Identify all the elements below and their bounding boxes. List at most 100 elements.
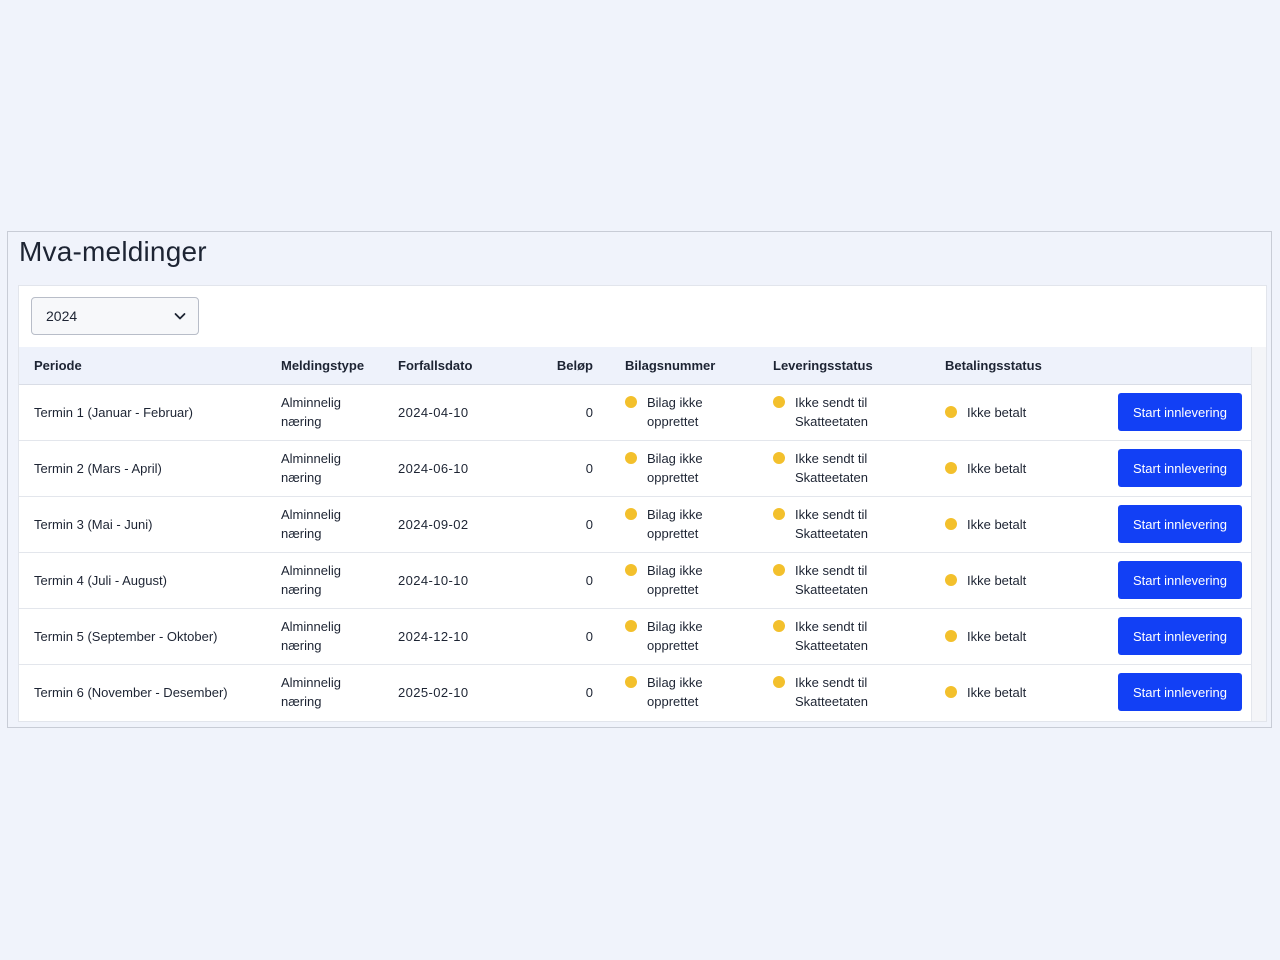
cell-forfallsdato: 2024-10-10 [383,552,510,608]
betaling-status: Ikke betalt [945,683,1090,702]
col-header-forfallsdato: Forfallsdato [383,347,510,385]
bilag-status-text: Bilag ikke opprettet [647,393,703,431]
belop-text: 0 [585,572,593,588]
start-innlevering-button[interactable]: Start innlevering [1118,393,1242,431]
cell-action: Start innlevering [1090,608,1254,664]
cell-periode: Termin 2 (Mars - April) [19,440,266,496]
levering-line1: Ikke sendt til [795,619,868,634]
meldingstype-line1: Alminnelig [281,451,341,466]
cell-betalingsstatus: Ikke betalt [930,608,1090,664]
cell-periode: Termin 5 (September - Oktober) [19,608,266,664]
status-dot-icon [773,396,785,408]
levering-line2: Skatteetaten [795,414,868,429]
cell-belop: 0 [510,384,610,440]
bilag-status: Bilag ikke opprettet [625,393,758,431]
chevron-down-icon [174,313,186,320]
cell-bilagsnummer: Bilag ikke opprettet [610,496,758,552]
year-select-value: 2024 [46,308,78,324]
cell-leveringsstatus: Ikke sendt til Skatteetaten [758,440,930,496]
table-scrollbar[interactable] [1251,347,1266,721]
cell-bilagsnummer: Bilag ikke opprettet [610,384,758,440]
status-dot-icon [773,564,785,576]
bilag-line1: Bilag ikke [647,507,703,522]
status-dot-icon [625,396,637,408]
mva-table-wrapper: Periode Meldingstype Forfallsdato Beløp … [19,347,1266,720]
bilag-line1: Bilag ikke [647,619,703,634]
levering-status-text: Ikke sendt til Skatteetaten [795,561,868,599]
col-header-betalingsstatus: Betalingsstatus [930,347,1090,385]
cell-belop: 0 [510,552,610,608]
cell-forfallsdato: 2024-04-10 [383,384,510,440]
cell-betalingsstatus: Ikke betalt [930,552,1090,608]
year-select[interactable]: 2024 [31,297,199,335]
cell-leveringsstatus: Ikke sendt til Skatteetaten [758,384,930,440]
levering-line1: Ikke sendt til [795,395,868,410]
status-dot-icon [773,508,785,520]
mva-table: Periode Meldingstype Forfallsdato Beløp … [19,347,1254,720]
bilag-line2: opprettet [647,470,699,485]
status-dot-icon [945,462,957,474]
start-innlevering-button[interactable]: Start innlevering [1118,561,1242,599]
meldingstype-line1: Alminnelig [281,563,341,578]
status-dot-icon [773,620,785,632]
belop-text: 0 [585,404,593,420]
forfallsdato-text: 2024-04-10 [398,404,469,420]
levering-status-text: Ikke sendt til Skatteetaten [795,617,868,655]
forfallsdato-text: 2024-06-10 [398,460,469,476]
cell-forfallsdato: 2024-09-02 [383,496,510,552]
cell-forfallsdato: 2024-12-10 [383,608,510,664]
levering-line2: Skatteetaten [795,470,868,485]
meldingstype-line1: Alminnelig [281,507,341,522]
start-innlevering-button[interactable]: Start innlevering [1118,617,1242,655]
table-row: Termin 4 (Juli - August) Alminnelig næri… [19,552,1254,608]
cell-periode: Termin 3 (Mai - Juni) [19,496,266,552]
status-dot-icon [625,676,637,689]
bilag-status: Bilag ikke opprettet [625,561,758,599]
table-row: Termin 2 (Mars - April) Alminnelig nærin… [19,440,1254,496]
bilag-status: Bilag ikke opprettet [625,617,758,655]
col-header-meldingstype: Meldingstype [266,347,383,385]
page-title: Mva-meldinger [19,236,207,267]
cell-betalingsstatus: Ikke betalt [930,384,1090,440]
betaling-status-text: Ikke betalt [967,628,1027,644]
forfallsdato-text: 2024-12-10 [398,628,469,644]
bilag-line2: opprettet [647,526,699,541]
levering-line2: Skatteetaten [795,526,868,541]
forfallsdato-text: 2025-02-10 [398,684,469,700]
start-innlevering-button[interactable]: Start innlevering [1118,505,1242,543]
bilag-status-text: Bilag ikke opprettet [647,617,703,655]
cell-forfallsdato: 2024-06-10 [383,440,510,496]
status-dot-icon [945,686,957,699]
cell-bilagsnummer: Bilag ikke opprettet [610,552,758,608]
periode-text: Termin 3 (Mai - Juni) [34,516,153,532]
levering-status: Ikke sendt til Skatteetaten [773,505,930,543]
cell-leveringsstatus: Ikke sendt til Skatteetaten [758,608,930,664]
cell-betalingsstatus: Ikke betalt [930,496,1090,552]
cell-betalingsstatus: Ikke betalt [930,664,1090,720]
bilag-status: Bilag ikke opprettet [625,505,758,543]
bilag-line1: Bilag ikke [647,563,703,578]
periode-text: Termin 4 (Juli - August) [34,572,167,588]
meldingstype-line1: Alminnelig [281,675,341,691]
levering-line1: Ikke sendt til [795,507,868,522]
meldingstype-line1: Alminnelig [281,619,341,634]
bilag-status-text: Bilag ikke opprettet [647,561,703,599]
cell-belop: 0 [510,496,610,552]
cell-forfallsdato: 2025-02-10 [383,664,510,720]
start-innlevering-button[interactable]: Start innlevering [1118,673,1242,712]
col-header-action [1090,347,1254,385]
status-dot-icon [625,508,637,520]
betaling-status: Ikke betalt [945,515,1090,534]
betaling-status-text: Ikke betalt [967,516,1027,532]
belop-text: 0 [585,684,593,700]
meldingstype-line2: næring [281,582,322,597]
levering-line2: Skatteetaten [795,694,868,710]
cell-action: Start innlevering [1090,384,1254,440]
start-innlevering-button[interactable]: Start innlevering [1118,449,1242,487]
cell-belop: 0 [510,608,610,664]
levering-status: Ikke sendt til Skatteetaten [773,617,930,655]
betaling-status: Ikke betalt [945,627,1090,646]
cell-leveringsstatus: Ikke sendt til Skatteetaten [758,552,930,608]
status-dot-icon [945,574,957,586]
status-dot-icon [773,452,785,464]
